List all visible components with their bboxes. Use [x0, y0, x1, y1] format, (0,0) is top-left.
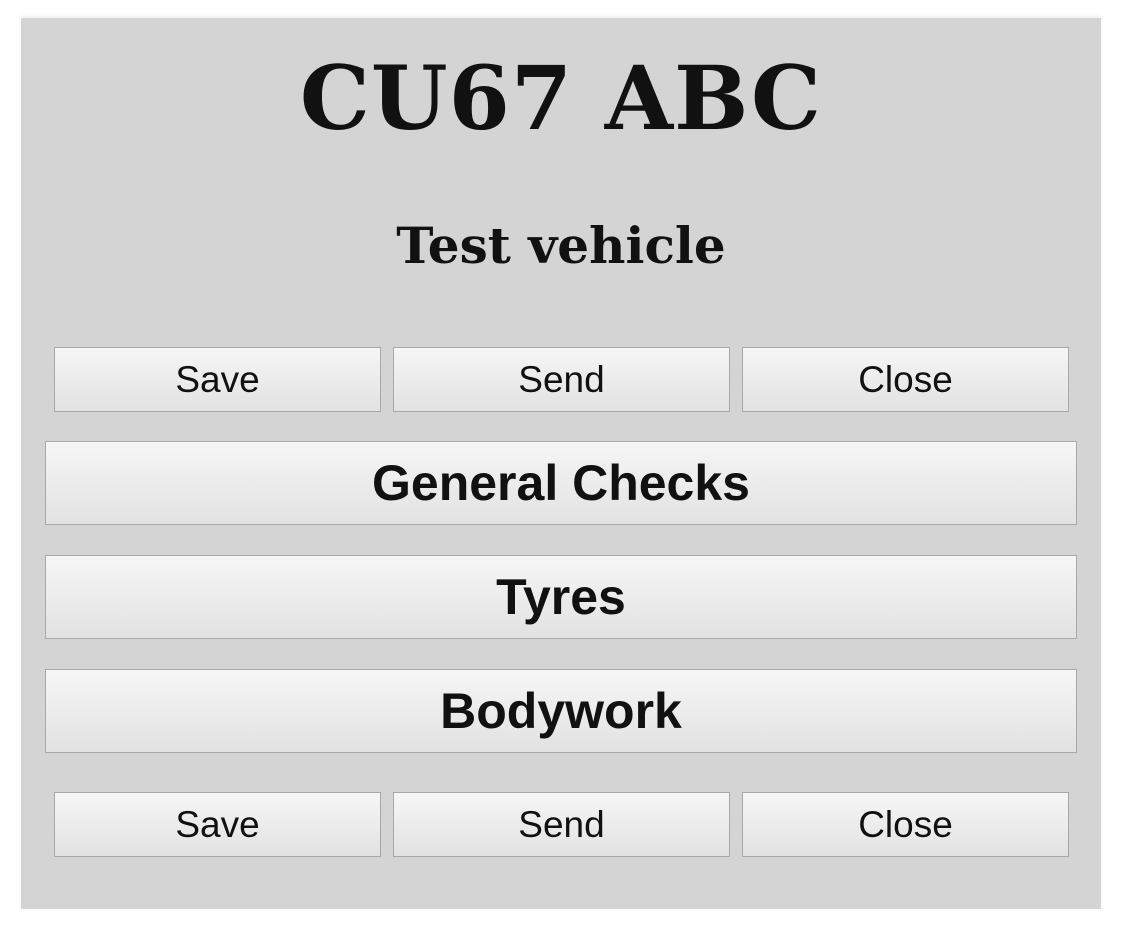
save-button-top[interactable]: Save [54, 347, 381, 412]
vehicle-check-panel: CU67 ABC Test vehicle Save Send Close Ge… [21, 18, 1101, 909]
section-tyres-button[interactable]: Tyres [45, 555, 1077, 639]
send-button-top[interactable]: Send [393, 347, 730, 412]
save-button-bottom[interactable]: Save [54, 792, 381, 857]
vehicle-registration: CU67 ABC [299, 46, 823, 150]
section-bodywork-button[interactable]: Bodywork [45, 669, 1077, 753]
section-general-checks-button[interactable]: General Checks [45, 441, 1077, 525]
send-button-bottom[interactable]: Send [393, 792, 730, 857]
close-button-bottom[interactable]: Close [742, 792, 1069, 857]
vehicle-description: Test vehicle [396, 216, 726, 275]
close-button-top[interactable]: Close [742, 347, 1069, 412]
